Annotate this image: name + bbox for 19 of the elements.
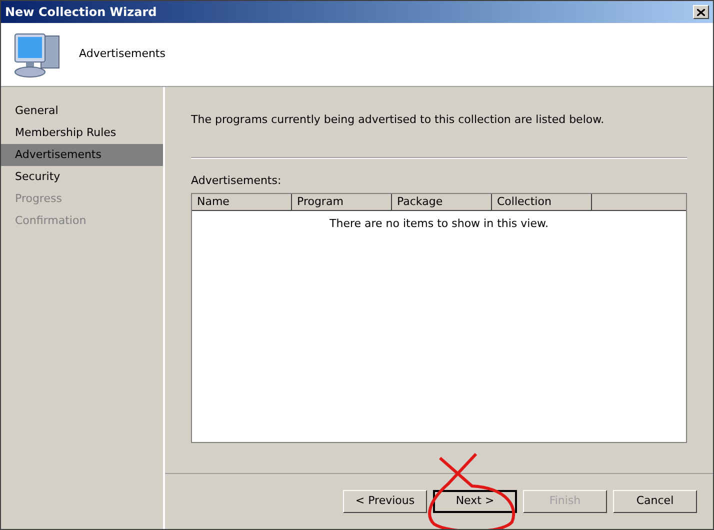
list-label: Advertisements: <box>191 172 282 188</box>
advertisements-list[interactable]: Name Program Package Collection There are no items to show in this view. <box>191 193 687 443</box>
page-heading: Advertisements <box>79 46 166 62</box>
description-text: The programs currently being advertised to this collection are listed below. <box>191 112 606 128</box>
column-header[interactable]: Name <box>192 194 292 210</box>
column-header[interactable]: Package <box>392 194 492 210</box>
step-item[interactable]: Membership Rules <box>1 122 163 144</box>
step-item[interactable]: General <box>1 100 163 122</box>
close-button[interactable] <box>693 5 709 19</box>
step-item[interactable]: Security <box>1 166 163 188</box>
close-icon <box>697 8 705 16</box>
wizard-button[interactable]: < Previous <box>343 490 427 513</box>
wizard-button[interactable]: Next > <box>433 490 517 513</box>
empty-message: There are no items to show in this view. <box>330 216 548 232</box>
column-header[interactable]: Program <box>292 194 392 210</box>
wizard-button[interactable]: Cancel <box>613 490 697 513</box>
column-header[interactable]: Collection <box>492 194 592 210</box>
step-item[interactable]: Advertisements <box>1 144 163 166</box>
window-title: New Collection Wizard <box>5 4 157 21</box>
